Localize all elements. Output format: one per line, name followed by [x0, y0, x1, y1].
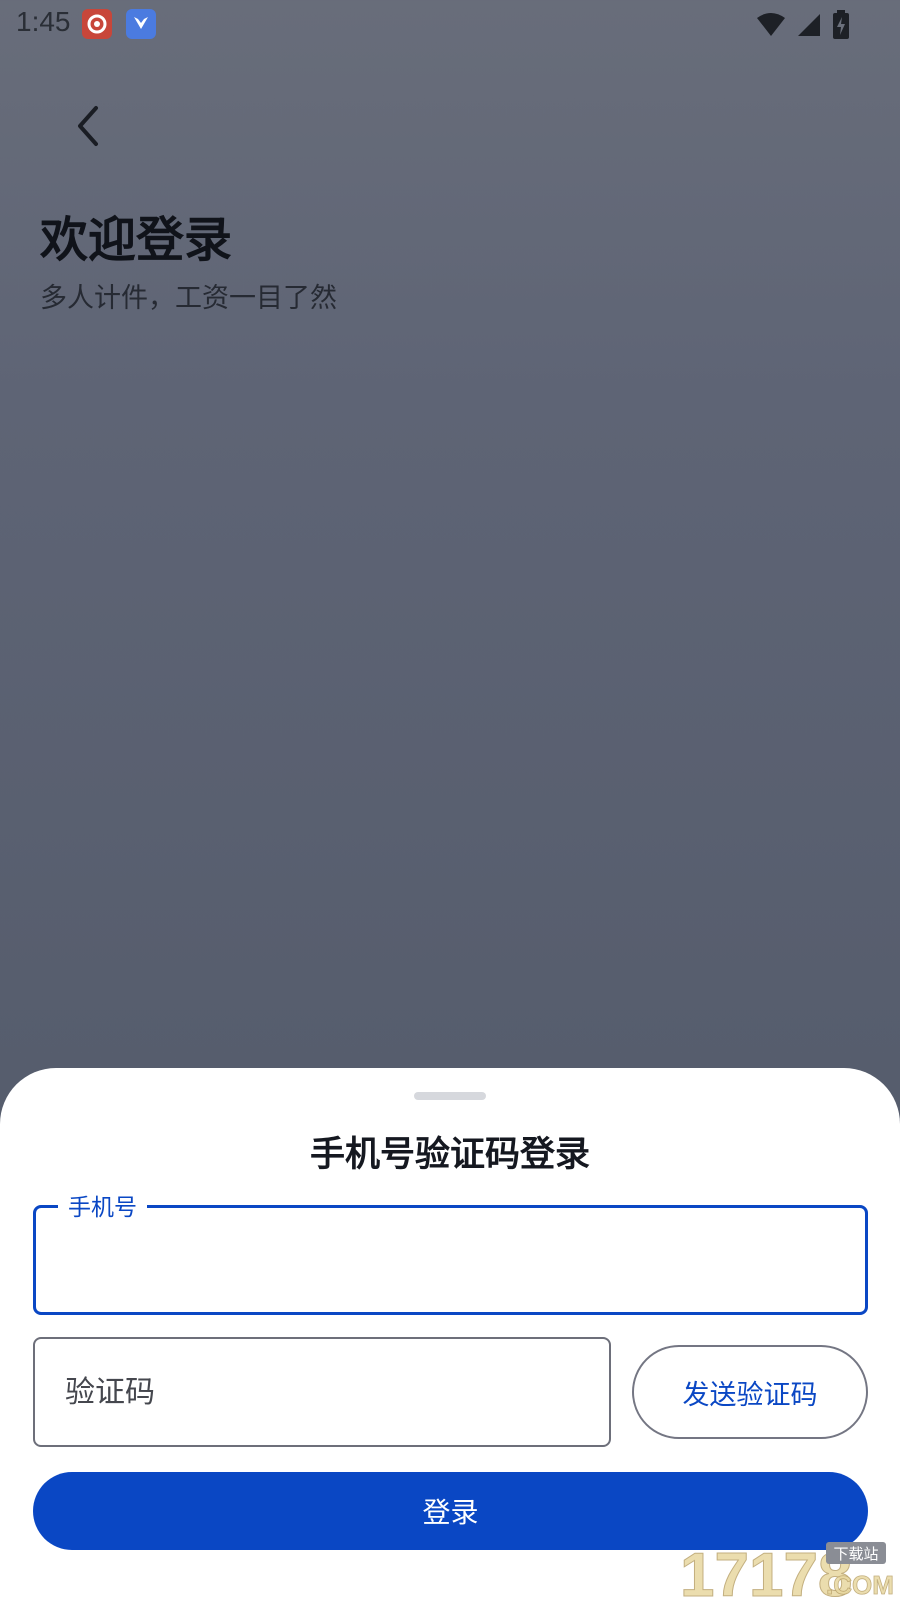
- code-input[interactable]: [65, 1367, 565, 1417]
- drag-handle[interactable]: [414, 1092, 486, 1100]
- watermark-sub: 下载站: [833, 1545, 878, 1563]
- back-button[interactable]: [60, 100, 116, 156]
- notification-app-icon: [82, 9, 112, 39]
- page-subtitle: 多人计件，工资一目了然: [40, 283, 337, 314]
- status-bar: 1:45: [0, 0, 900, 50]
- phone-field-label: 手机号: [58, 1188, 147, 1222]
- chevron-left-icon: [72, 104, 104, 152]
- notification-bird-icon: [126, 9, 156, 39]
- phone-field[interactable]: 手机号: [33, 1188, 868, 1315]
- watermark-logo: 17178 下载站 .COM: [676, 1538, 900, 1600]
- code-field[interactable]: [33, 1337, 611, 1447]
- wifi-icon: [756, 12, 786, 38]
- send-code-button[interactable]: 发送验证码: [632, 1345, 868, 1439]
- signal-icon: [796, 12, 822, 38]
- phone-input[interactable]: [66, 1238, 826, 1282]
- watermark-suffix: .COM: [826, 1570, 894, 1600]
- sheet-title: 手机号验证码登录: [309, 1135, 590, 1175]
- page-title: 欢迎登录: [40, 212, 233, 268]
- status-time: 1:45: [16, 6, 71, 37]
- login-bottom-sheet: 手机号验证码登录 手机号 发送验证码 登录: [0, 1068, 900, 1600]
- battery-icon: [832, 10, 850, 40]
